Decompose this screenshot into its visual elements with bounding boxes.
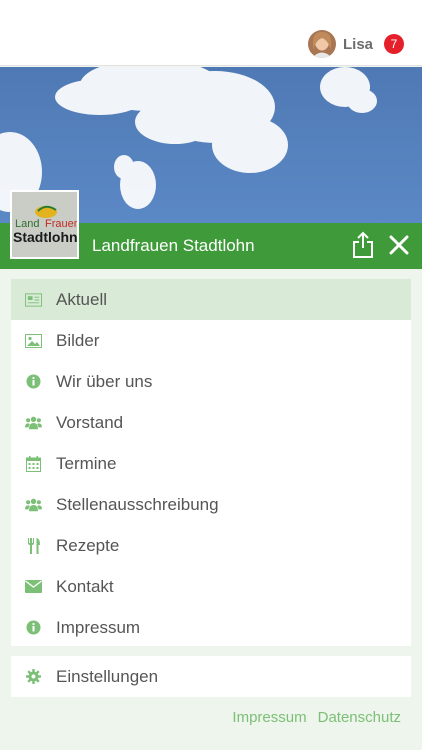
close-button[interactable] [388,234,410,256]
calendar-icon [25,455,42,472]
organization-title: Landfrauen Stadtlohn [92,236,255,255]
image-icon [25,332,42,349]
footer-links: Impressum Datenschutz [221,709,401,726]
user-menu[interactable]: Lisa 7 [307,30,404,58]
envelope-icon [25,578,42,595]
footer-link-impressum[interactable]: Impressum [232,709,306,726]
menu-label: Aktuell [56,289,108,309]
menu-item-termine[interactable]: Termine [11,443,411,484]
menu-label: Impressum [56,617,141,637]
menu-label: Wir über uns [56,371,153,391]
menu-item-rezepte[interactable]: Rezepte [11,525,411,566]
menu-label: Einstellungen [56,666,159,686]
organization-logo: Land Frauen Stadtlohn [10,190,79,259]
close-icon [389,235,409,255]
info-icon [25,373,42,390]
menu-label: Bilder [56,330,100,350]
info-icon [25,619,42,636]
menu-label: Stellenausschreibung [56,494,219,514]
share-icon [353,231,373,258]
footer-link-datenschutz[interactable]: Datenschutz [318,709,401,726]
menu-label: Vorstand [56,412,124,432]
navigation-menu: Aktuell Bilder Wir über uns Vorstand Ter… [11,279,411,646]
users-icon [25,496,42,513]
menu-item-vorstand[interactable]: Vorstand [11,402,411,443]
menu-item-wir-ueber-uns[interactable]: Wir über uns [11,361,411,402]
menu-item-aktuell[interactable]: Aktuell [11,279,411,320]
share-button[interactable] [351,231,375,259]
logo-text-stadtlohn: Stadtlohn [13,229,77,245]
menu-item-stellenausschreibung[interactable]: Stellenausschreibung [11,484,411,525]
menu-item-bilder[interactable]: Bilder [11,320,411,361]
menu-label: Rezepte [56,535,120,555]
top-bar: Lisa 7 [0,0,422,66]
avatar[interactable] [307,30,336,58]
menu-item-einstellungen[interactable]: Einstellungen [11,656,411,697]
cutlery-icon [25,537,42,554]
settings-section: Einstellungen [11,656,411,697]
menu-label: Termine [56,453,117,473]
menu-label: Kontakt [56,576,114,596]
newspaper-icon [25,291,42,308]
users-icon [25,414,42,431]
menu-item-impressum[interactable]: Impressum [11,607,411,648]
username: Lisa [342,35,373,53]
gear-icon [25,668,42,685]
notification-badge[interactable]: 7 [384,34,404,54]
menu-item-kontakt[interactable]: Kontakt [11,566,411,607]
